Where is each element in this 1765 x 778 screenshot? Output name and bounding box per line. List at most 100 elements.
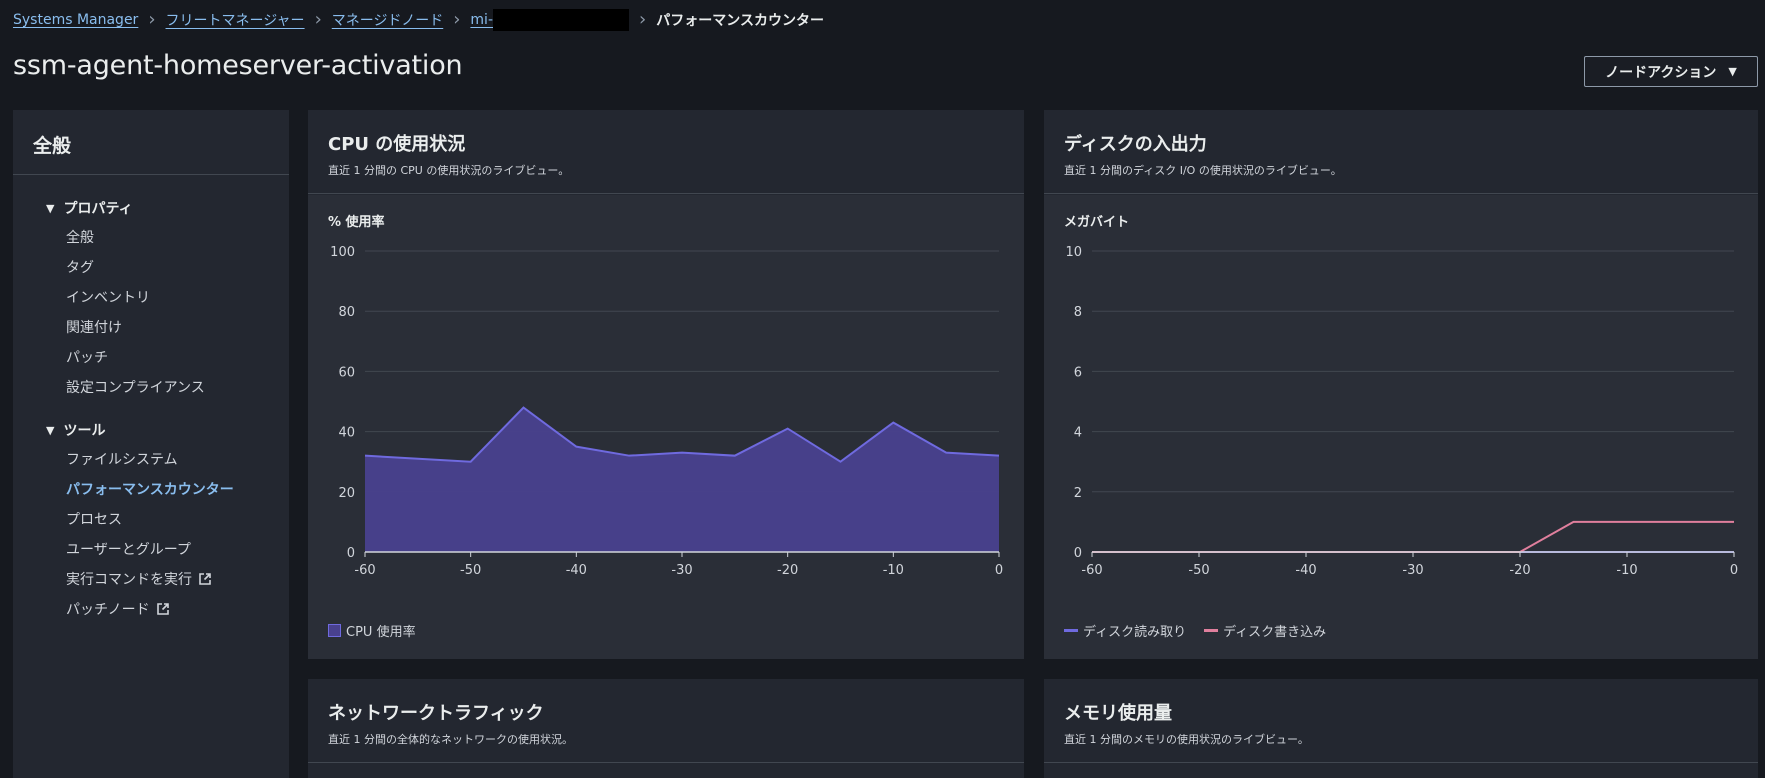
y-axis-label: % 使用率 <box>328 214 385 230</box>
sidebar-item-inventory[interactable]: インベントリ <box>66 287 150 307</box>
x-tick-label: -40 <box>566 563 587 575</box>
panel-header: メモリ使用量 直近 1 分間のメモリの使用状況のライブビュー。 <box>1044 679 1758 763</box>
x-tick-label: -60 <box>354 563 375 575</box>
x-tick-label: -20 <box>1509 563 1530 575</box>
panel-title: ネットワークトラフィック <box>328 703 544 724</box>
legend-item-disk-write[interactable]: ディスク書き込み <box>1204 621 1326 640</box>
disk-io-panel: ディスクの入出力 直近 1 分間のディスク I/O の使用状況のライブビュー。 … <box>1044 110 1758 659</box>
sidebar-item-tags[interactable]: タグ <box>66 257 94 277</box>
legend-item-disk-read[interactable]: ディスク読み取り <box>1064 621 1186 640</box>
panel-subtitle: 直近 1 分間の CPU の使用状況のライブビュー。 <box>328 164 570 177</box>
sidebar-item-performance-counters[interactable]: パフォーマンスカウンター <box>66 479 234 499</box>
x-tick-label: 0 <box>995 563 1003 575</box>
legend-label: ディスク書き込み <box>1223 625 1327 640</box>
panel-title: ディスクの入出力 <box>1064 134 1207 155</box>
sidebar-item-patch-node[interactable]: パッチノード <box>66 599 170 619</box>
chevron-right-icon: › <box>639 9 647 30</box>
sidebar-title: 全般 <box>13 110 289 175</box>
x-tick-label: -10 <box>1616 563 1637 575</box>
sidebar-item-patch[interactable]: パッチ <box>66 347 108 367</box>
breadcrumb-node-id-prefix[interactable]: mi- <box>470 12 493 28</box>
sidebar-item-label: 実行コマンドを実行 <box>66 572 192 588</box>
x-tick-label: -30 <box>671 563 692 575</box>
memory-usage-panel: メモリ使用量 直近 1 分間のメモリの使用状況のライブビュー。 <box>1044 679 1758 778</box>
sidebar-group-label: ツール <box>63 423 106 439</box>
cpu-legend: CPU 使用率 <box>328 621 416 640</box>
breadcrumb: Systems Manager › フリートマネージャー › マネージドノード … <box>13 9 824 31</box>
sidebar-item-label: パッチノード <box>66 602 150 618</box>
panel-title: CPU の使用状況 <box>328 134 466 155</box>
x-tick-label: -50 <box>460 563 481 575</box>
y-tick-label: 6 <box>1074 365 1082 380</box>
sidebar-item-file-system[interactable]: ファイルシステム <box>66 449 178 469</box>
chevron-right-icon: › <box>148 9 156 30</box>
breadcrumb-managed-nodes[interactable]: マネージドノード <box>332 10 443 30</box>
sidebar-group-tools[interactable]: ▼ ツール <box>46 420 105 440</box>
caret-down-icon: ▼ <box>46 201 55 215</box>
sidebar-group-label: プロパティ <box>63 201 133 217</box>
legend-label: ディスク読み取り <box>1083 625 1187 640</box>
breadcrumb-fleet-manager[interactable]: フリートマネージャー <box>166 10 305 30</box>
sidebar-item-general[interactable]: 全般 <box>66 227 94 247</box>
y-tick-label: 40 <box>338 426 355 441</box>
y-tick-label: 4 <box>1074 426 1082 441</box>
x-tick-label: -40 <box>1295 563 1316 575</box>
panel-header: ネットワークトラフィック 直近 1 分間の全体的なネットワークの使用状況。 <box>308 679 1024 763</box>
sidebar: 全般 ▼ プロパティ 全般 タグ インベントリ 関連付け パッチ 設定コンプライ… <box>13 110 289 778</box>
disk-legend: ディスク読み取り ディスク書き込み <box>1064 621 1326 640</box>
y-tick-label: 2 <box>1074 486 1082 501</box>
panel-subtitle: 直近 1 分間のディスク I/O の使用状況のライブビュー。 <box>1064 164 1342 177</box>
sidebar-item-config-compliance[interactable]: 設定コンプライアンス <box>66 377 205 397</box>
panel-subtitle: 直近 1 分間の全体的なネットワークの使用状況。 <box>328 733 573 746</box>
panel-subtitle: 直近 1 分間のメモリの使用状況のライブビュー。 <box>1064 733 1309 746</box>
panel-body: メガバイト0246810-60-50-40-30-20-100時間 (秒) ディ… <box>1044 195 1758 659</box>
breadcrumb-current: パフォーマンスカウンター <box>656 13 824 29</box>
y-tick-label: 20 <box>338 486 355 501</box>
node-action-button[interactable]: ノードアクション ▼ <box>1584 56 1758 87</box>
sidebar-item-run-command[interactable]: 実行コマンドを実行 <box>66 569 212 589</box>
caret-down-icon: ▼ <box>46 423 55 437</box>
sidebar-item-users-groups[interactable]: ユーザーとグループ <box>66 539 191 559</box>
chevron-right-icon: › <box>453 9 461 30</box>
caret-down-icon: ▼ <box>1728 65 1737 78</box>
x-tick-label: -50 <box>1188 563 1209 575</box>
y-tick-label: 100 <box>330 245 355 260</box>
cpu-chart: % 使用率020406080100-60-50-40-30-20-100時間 (… <box>328 214 1003 575</box>
breadcrumb-node-id[interactable]: mi- <box>470 9 630 31</box>
breadcrumb-systems-manager[interactable]: Systems Manager <box>13 12 138 28</box>
y-tick-label: 10 <box>1065 245 1082 260</box>
panel-title: メモリ使用量 <box>1064 703 1172 724</box>
legend-label: CPU 使用率 <box>346 625 416 640</box>
node-action-label: ノードアクション <box>1605 64 1717 81</box>
x-tick-label: 0 <box>1730 563 1738 575</box>
y-tick-label: 80 <box>338 305 355 320</box>
page-title: ssm-agent-homeserver-activation <box>13 50 463 81</box>
legend-swatch <box>328 624 341 637</box>
x-tick-label: -10 <box>883 563 904 575</box>
panel-header: CPU の使用状況 直近 1 分間の CPU の使用状況のライブビュー。 <box>308 110 1024 194</box>
legend-item-cpu[interactable]: CPU 使用率 <box>328 621 416 640</box>
y-tick-label: 8 <box>1074 305 1082 320</box>
sidebar-item-processes[interactable]: プロセス <box>66 509 122 529</box>
redacted-block <box>493 9 630 31</box>
y-tick-label: 0 <box>347 546 355 561</box>
external-link-icon <box>199 573 211 585</box>
y-axis-label: メガバイト <box>1064 215 1129 230</box>
sidebar-group-properties[interactable]: ▼ プロパティ <box>46 198 133 218</box>
sidebar-item-associations[interactable]: 関連付け <box>66 317 122 337</box>
y-tick-label: 0 <box>1074 546 1082 561</box>
series-line <box>1092 520 1734 553</box>
legend-swatch <box>1064 629 1078 632</box>
y-tick-label: 60 <box>338 365 355 380</box>
panel-header: ディスクの入出力 直近 1 分間のディスク I/O の使用状況のライブビュー。 <box>1044 110 1758 194</box>
cpu-usage-panel: CPU の使用状況 直近 1 分間の CPU の使用状況のライブビュー。 % 使… <box>308 110 1024 659</box>
x-tick-label: -30 <box>1402 563 1423 575</box>
x-tick-label: -20 <box>777 563 798 575</box>
x-tick-label: -60 <box>1081 563 1102 575</box>
legend-swatch <box>1204 629 1219 632</box>
disk-chart: メガバイト0246810-60-50-40-30-20-100時間 (秒) <box>1064 215 1738 575</box>
network-traffic-panel: ネットワークトラフィック 直近 1 分間の全体的なネットワークの使用状況。 <box>308 679 1024 778</box>
chevron-right-icon: › <box>314 9 322 30</box>
panel-body: % 使用率020406080100-60-50-40-30-20-100時間 (… <box>308 195 1024 659</box>
external-link-icon <box>156 603 169 615</box>
